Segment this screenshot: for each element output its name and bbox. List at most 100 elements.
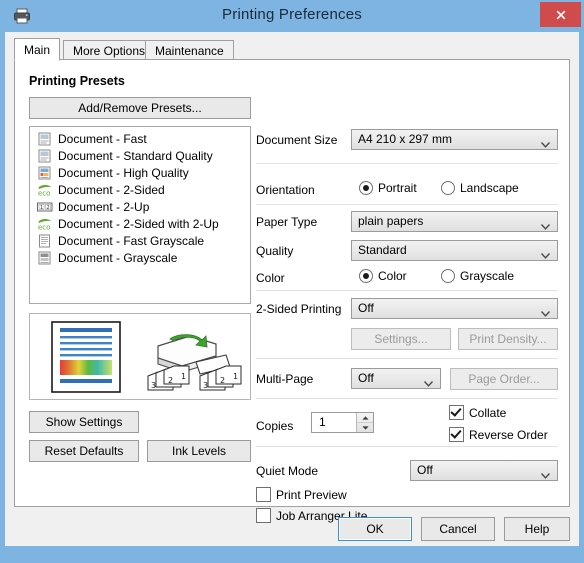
svg-text:1: 1 — [181, 372, 186, 381]
document-size-select[interactable]: A4 210 x 297 mm — [351, 129, 558, 150]
paper-type-value: plain papers — [358, 214, 424, 228]
chevron-down-icon — [423, 376, 434, 390]
page-order-button[interactable]: Page Order... — [450, 368, 558, 390]
divider — [256, 446, 558, 447]
list-item[interactable]: Document - Standard Quality — [30, 147, 250, 164]
reset-defaults-button[interactable]: Reset Defaults — [29, 440, 139, 462]
orientation-landscape-label: Landscape — [460, 181, 519, 195]
chevron-down-icon — [540, 248, 551, 262]
document-size-value: A4 210 x 297 mm — [358, 132, 453, 146]
color-label: Color — [256, 271, 285, 285]
ok-button[interactable]: OK — [338, 517, 412, 541]
paper-type-select[interactable]: plain papers — [351, 211, 558, 232]
multi-page-label: Multi-Page — [256, 372, 314, 386]
collate-checkbox[interactable]: Collate — [449, 405, 506, 420]
color-color-label: Color — [378, 269, 407, 283]
radio-indicator — [441, 181, 455, 195]
list-item[interactable]: eco Document - 2-Sided with 2-Up — [30, 215, 250, 232]
svg-text:1: 1 — [233, 372, 238, 381]
list-item-label: Document - Grayscale — [58, 250, 178, 265]
tab-maintenance-label: Maintenance — [155, 44, 224, 58]
add-remove-presets-button[interactable]: Add/Remove Presets... — [29, 97, 251, 119]
tab-more-options[interactable]: More Options — [63, 40, 156, 60]
list-item-label: Document - 2-Sided — [58, 182, 165, 197]
list-item[interactable]: Document - Fast Grayscale — [30, 232, 250, 249]
svg-text:2: 2 — [168, 376, 173, 385]
quiet-mode-select[interactable]: Off — [410, 460, 558, 481]
color-color-radio[interactable]: Color — [359, 269, 407, 283]
document-color-icon — [37, 166, 53, 180]
chevron-down-icon — [540, 468, 551, 482]
list-item[interactable]: 1 2 Document - 2-Up — [30, 198, 250, 215]
two-sided-settings-button[interactable]: Settings... — [351, 328, 451, 350]
divider — [256, 290, 558, 291]
help-button[interactable]: Help — [504, 517, 570, 541]
radio-indicator — [441, 269, 455, 283]
list-item-label: Document - 2-Sided with 2-Up — [58, 216, 219, 231]
quality-value: Standard — [358, 243, 407, 257]
copies-value: 1 — [319, 415, 326, 429]
list-item[interactable]: Document - Grayscale — [30, 249, 250, 266]
document-icon — [37, 149, 53, 163]
printing-presets-heading: Printing Presets — [29, 74, 125, 88]
tab-main-label: Main — [24, 43, 51, 57]
document-icon — [37, 132, 53, 146]
print-preview-illustration: 3 2 1 3 2 1 — [29, 313, 251, 400]
list-item-label: Document - 2-Up — [58, 199, 150, 214]
document-gray-icon — [37, 234, 53, 248]
window-title: Printing Preferences — [222, 6, 362, 23]
checkbox-indicator — [449, 405, 464, 420]
list-item-label: Document - High Quality — [58, 165, 189, 180]
svg-text:eco: eco — [38, 223, 50, 231]
show-settings-button[interactable]: Show Settings — [29, 411, 139, 433]
print-preview-checkbox[interactable]: Print Preview — [256, 487, 347, 502]
list-item-label: Document - Fast — [58, 131, 147, 146]
svg-text:1: 1 — [40, 205, 43, 211]
eco-icon: eco — [37, 183, 53, 197]
color-grayscale-radio[interactable]: Grayscale — [441, 269, 514, 283]
checkbox-indicator — [449, 427, 464, 442]
print-preview-label: Print Preview — [276, 487, 347, 502]
svg-text:3: 3 — [151, 381, 156, 390]
cancel-button[interactable]: Cancel — [421, 517, 495, 541]
divider — [256, 358, 558, 359]
spin-down-icon[interactable] — [357, 423, 373, 432]
copies-spin-buttons[interactable] — [356, 413, 373, 432]
tab-more-options-label: More Options — [73, 44, 146, 58]
dialog-client-area: Main More Options Maintenance Printing P… — [5, 32, 579, 546]
ink-levels-button[interactable]: Ink Levels — [147, 440, 251, 462]
document-size-label: Document Size — [256, 133, 338, 147]
list-item[interactable]: Document - High Quality — [30, 164, 250, 181]
spin-up-icon[interactable] — [357, 413, 373, 423]
orientation-landscape-radio[interactable]: Landscape — [441, 181, 519, 195]
paper-type-label: Paper Type — [256, 215, 318, 229]
svg-text:eco: eco — [38, 189, 50, 197]
multi-page-select[interactable]: Off — [351, 368, 441, 389]
list-item[interactable]: eco Document - 2-Sided — [30, 181, 250, 198]
list-item-label: Document - Fast Grayscale — [58, 233, 205, 248]
reverse-order-checkbox[interactable]: Reverse Order — [449, 427, 548, 442]
presets-list[interactable]: Document - Fast Document - Standard Qual… — [29, 126, 251, 304]
chevron-down-icon — [540, 306, 551, 320]
print-density-button[interactable]: Print Density... — [458, 328, 558, 350]
copies-stepper[interactable]: 1 — [311, 412, 374, 433]
list-item[interactable]: Document - Fast — [30, 130, 250, 147]
two-sided-printing-select[interactable]: Off — [351, 298, 558, 319]
document-gray-dark-icon — [37, 251, 53, 265]
main-tab-panel: Printing Presets Add/Remove Presets... D… — [14, 59, 570, 523]
title-bar: Printing Preferences — [0, 0, 584, 32]
tab-main[interactable]: Main — [14, 38, 61, 61]
orientation-portrait-label: Portrait — [378, 181, 417, 195]
checkbox-indicator — [256, 508, 271, 523]
quality-select[interactable]: Standard — [351, 240, 558, 261]
quality-label: Quality — [256, 244, 294, 258]
checkbox-indicator — [256, 487, 271, 502]
orientation-portrait-radio[interactable]: Portrait — [359, 181, 417, 195]
radio-indicator — [359, 269, 373, 283]
close-icon[interactable] — [540, 2, 581, 27]
svg-text:3: 3 — [203, 381, 208, 390]
list-item-label: Document - Standard Quality — [58, 148, 213, 163]
svg-text:2: 2 — [220, 376, 225, 385]
quiet-mode-value: Off — [417, 463, 433, 477]
tab-maintenance[interactable]: Maintenance — [145, 40, 234, 60]
